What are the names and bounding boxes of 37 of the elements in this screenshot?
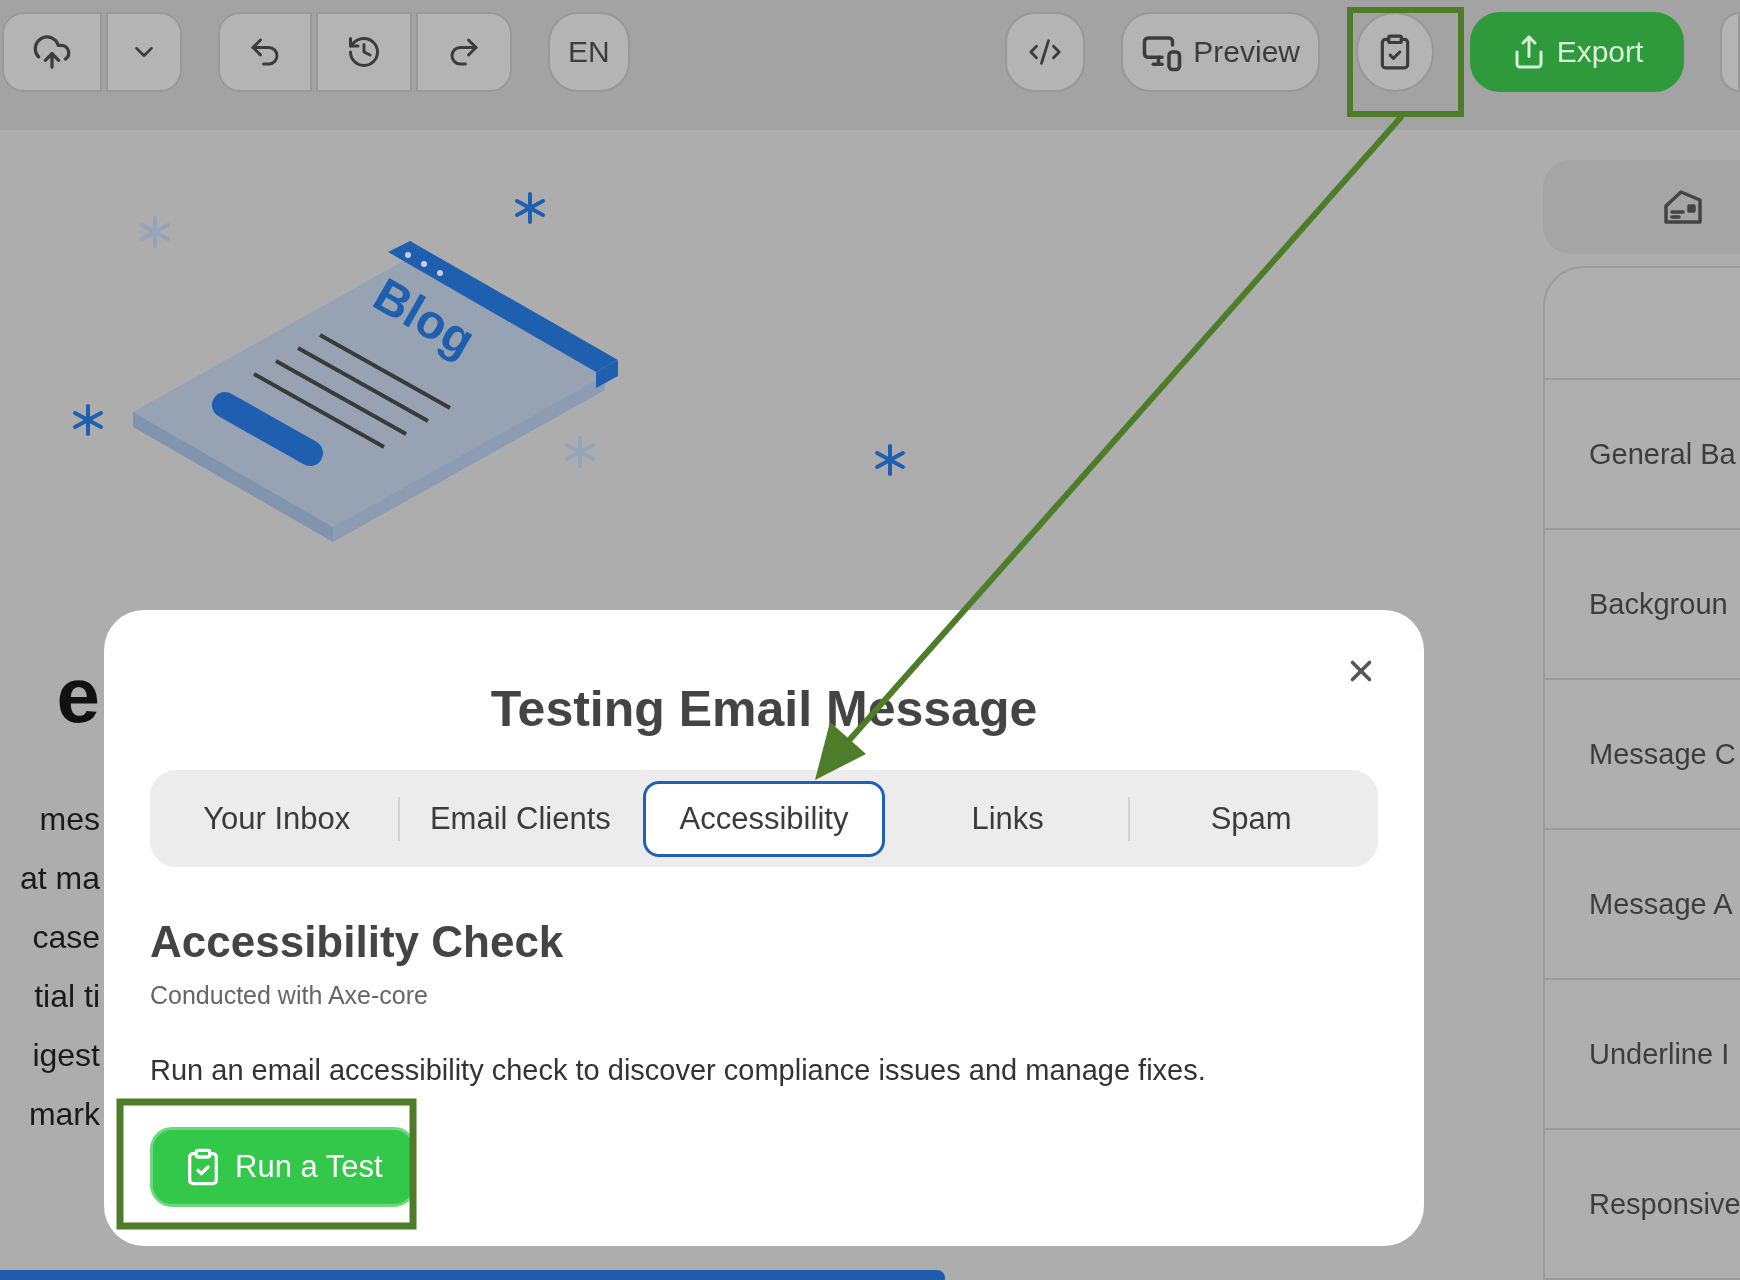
preview-button[interactable]: Preview (1121, 12, 1320, 92)
settings-item[interactable]: General Ba (1545, 380, 1740, 530)
body-text: mes (39, 800, 100, 839)
sparkle-icon (515, 192, 545, 224)
history-icon (346, 34, 382, 70)
body-text: at ma (19, 859, 100, 898)
body-text: igest (32, 1036, 100, 1075)
body-text: case (32, 918, 100, 957)
sparkle-icon (875, 444, 905, 476)
settings-item[interactable]: Message A (1545, 830, 1740, 980)
language-button[interactable]: EN (548, 12, 630, 92)
mailbox-icon (1663, 188, 1703, 226)
tab[interactable]: Spam (1130, 780, 1372, 857)
description-text: Run an email accessibility check to discover compliance issues and manage fixes. (150, 1054, 1207, 1087)
sparkle-icon (140, 216, 170, 248)
redo-button[interactable] (416, 12, 512, 92)
code-button[interactable] (1005, 12, 1086, 92)
body-text: tial ti (34, 977, 100, 1016)
export-button[interactable]: Export (1470, 12, 1684, 92)
sparkle-icon (73, 404, 103, 436)
heading-text: e (56, 650, 100, 740)
section-subtitle: Conducted with Axe-core (150, 981, 429, 1010)
sidebar-tab[interactable] (1543, 160, 1740, 254)
sparkle-icon (565, 436, 595, 468)
undo-button[interactable] (218, 12, 312, 92)
tab[interactable]: Email Clients (399, 780, 642, 857)
settings-item[interactable]: Responsive (1545, 1130, 1740, 1280)
settings-item[interactable]: Backgroun (1545, 530, 1740, 680)
upload-button[interactable] (2, 12, 102, 92)
history-button[interactable] (316, 12, 412, 92)
tab[interactable]: Your Inbox (156, 780, 398, 857)
settings-item[interactable]: Underline I (1545, 980, 1740, 1130)
tab[interactable]: Accessibility (643, 780, 885, 857)
body-text: mark (28, 1095, 100, 1134)
section-title: Accessibility Check (150, 917, 565, 967)
settings-item[interactable]: Message C (1545, 680, 1740, 830)
tab[interactable]: Links (886, 780, 1129, 857)
